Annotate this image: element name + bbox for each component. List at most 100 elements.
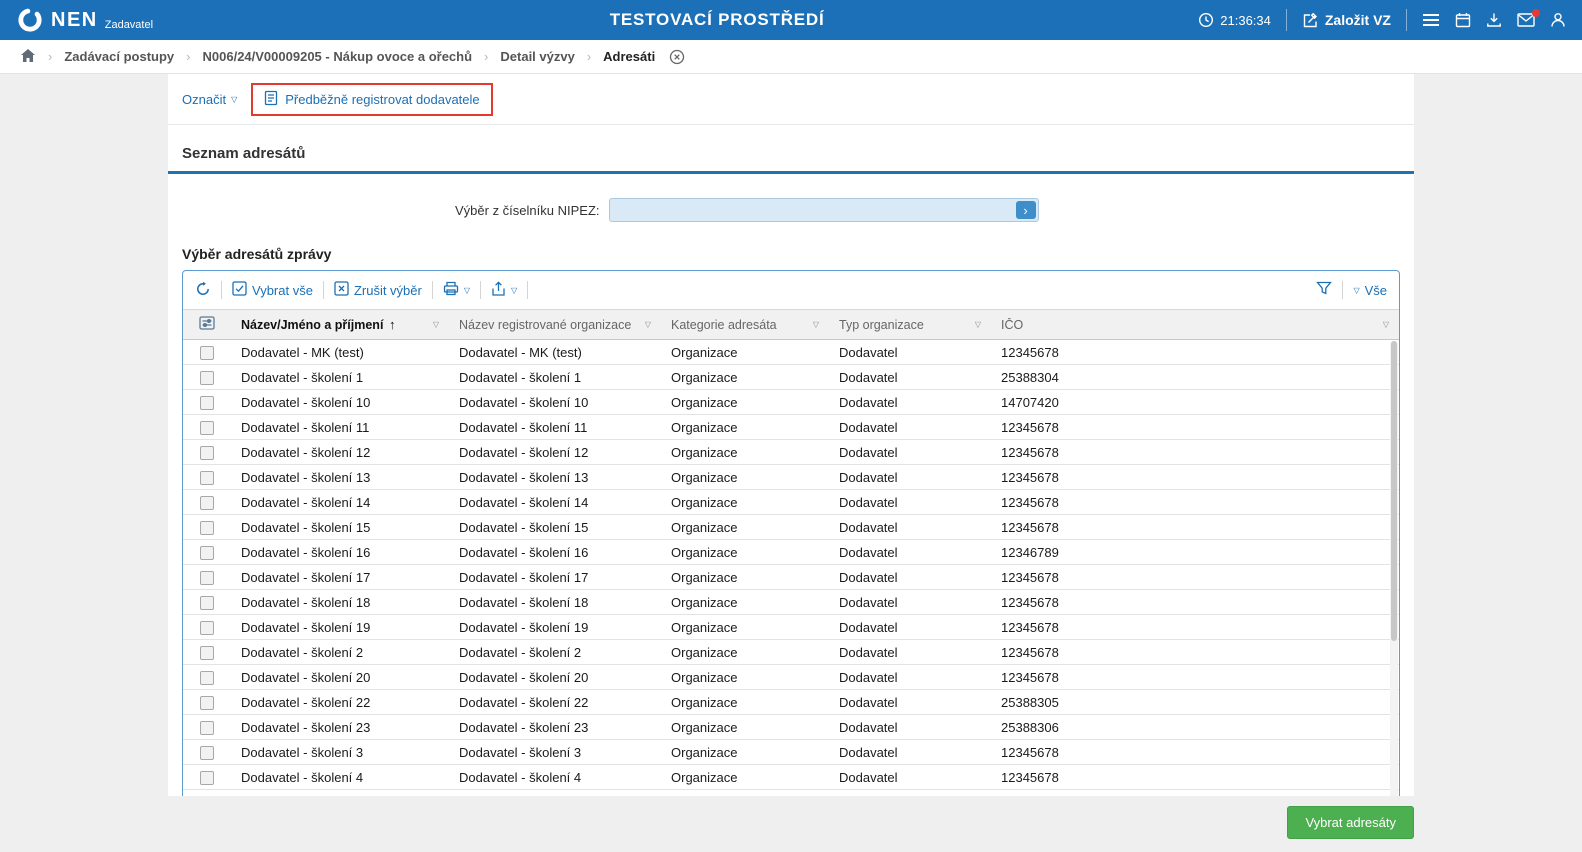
chevron-down-icon: ▽	[511, 286, 517, 295]
home-icon[interactable]	[20, 48, 36, 66]
column-filter-icon[interactable]: ▽	[645, 320, 651, 329]
cell-type: Dodavatel	[829, 690, 991, 715]
print-button[interactable]: ▽	[443, 281, 470, 299]
row-checkbox[interactable]	[200, 521, 214, 535]
profile-button[interactable]	[1550, 12, 1566, 28]
breadcrumb-item-zadavaci-postupy[interactable]: Zadávací postupy	[64, 49, 174, 64]
row-checkbox[interactable]	[200, 671, 214, 685]
row-checkbox[interactable]	[200, 471, 214, 485]
cell-name: Dodavatel - školení 11	[231, 415, 449, 440]
column-settings-icon[interactable]	[199, 319, 215, 333]
create-vz-label: Založit VZ	[1325, 12, 1391, 28]
nipez-open-icon[interactable]: ›	[1016, 201, 1036, 219]
row-checkbox[interactable]	[200, 371, 214, 385]
filter-button[interactable]	[1316, 281, 1332, 299]
cell-ico: 12345678	[991, 640, 1399, 665]
user-icon	[1550, 12, 1566, 28]
top-bar: NEN Zadavatel TESTOVACÍ PROSTŘEDÍ 21:36:…	[0, 0, 1582, 40]
scrollbar-thumb[interactable]	[1391, 341, 1397, 641]
export-button[interactable]: ▽	[491, 281, 517, 300]
cell-name: Dodavatel - školení 20	[231, 665, 449, 690]
session-clock: 21:36:34	[1198, 12, 1271, 28]
row-checkbox[interactable]	[200, 596, 214, 610]
close-tab-icon[interactable]	[669, 49, 685, 65]
brand-name: NEN	[51, 10, 98, 30]
row-checkbox[interactable]	[200, 696, 214, 710]
column-header-name[interactable]: Název/Jméno a příjmení ↑ ▽	[231, 310, 449, 340]
view-filter-dropdown[interactable]: ▽ Vše	[1353, 283, 1387, 298]
create-vz-button[interactable]: Založit VZ	[1302, 12, 1391, 29]
messages-button[interactable]	[1517, 13, 1535, 27]
calendar-button[interactable]	[1455, 12, 1471, 28]
content-area: Označit ▽ Předběžně registrovat dodavate…	[168, 74, 1414, 796]
cell-ico: 12345678	[991, 415, 1399, 440]
cell-category: Organizace	[661, 390, 829, 415]
row-checkbox[interactable]	[200, 571, 214, 585]
cell-organization: Dodavatel - školení 23	[449, 715, 661, 740]
calendar-icon	[1455, 12, 1471, 28]
app-logo[interactable]: NEN Zadavatel	[16, 6, 236, 34]
cell-name: Dodavatel - školení 4	[231, 765, 449, 790]
table-row: Dodavatel - školení 4 Dodavatel - školen…	[183, 765, 1399, 790]
chevron-down-icon: ▽	[231, 95, 237, 104]
topbar-divider	[1286, 9, 1287, 31]
cell-category: Organizace	[661, 465, 829, 490]
table-scrollbar[interactable]	[1390, 341, 1398, 796]
cell-name: Dodavatel - školení 14	[231, 490, 449, 515]
cell-name: Dodavatel - školení 10	[231, 390, 449, 415]
column-header-ico[interactable]: IČO ▽	[991, 310, 1399, 340]
row-checkbox[interactable]	[200, 346, 214, 360]
breadcrumb-item-adresati[interactable]: Adresáti	[603, 49, 655, 64]
cell-type: Dodavatel	[829, 590, 991, 615]
printer-icon	[443, 281, 459, 299]
table-body: Dodavatel - MK (test) Dodavatel - MK (te…	[183, 340, 1399, 790]
cell-ico: 12345678	[991, 465, 1399, 490]
row-checkbox[interactable]	[200, 746, 214, 760]
breadcrumb-chevron: ›	[48, 49, 52, 64]
row-checkbox[interactable]	[200, 771, 214, 785]
cell-type: Dodavatel	[829, 740, 991, 765]
refresh-button[interactable]	[195, 281, 211, 300]
row-checkbox[interactable]	[200, 621, 214, 635]
row-checkbox[interactable]	[200, 496, 214, 510]
column-filter-icon[interactable]: ▽	[975, 320, 981, 329]
select-recipients-button[interactable]: Vybrat adresáty	[1287, 806, 1414, 839]
table-toolbar: Vybrat vše Zrušit výběr	[183, 271, 1399, 309]
table-row: Dodavatel - školení 15 Dodavatel - škole…	[183, 515, 1399, 540]
row-checkbox[interactable]	[200, 396, 214, 410]
cell-name: Dodavatel - školení 19	[231, 615, 449, 640]
select-all-button[interactable]: Vybrat vše	[232, 281, 313, 299]
menu-button[interactable]	[1422, 13, 1440, 27]
preregister-supplier-button[interactable]: Předběžně registrovat dodavatele	[251, 83, 492, 116]
download-button[interactable]	[1486, 12, 1502, 28]
cell-type: Dodavatel	[829, 615, 991, 640]
breadcrumb-item-detail-vyzvy[interactable]: Detail výzvy	[500, 49, 574, 64]
row-checkbox[interactable]	[200, 421, 214, 435]
cell-category: Organizace	[661, 515, 829, 540]
column-header-type[interactable]: Typ organizace ▽	[829, 310, 991, 340]
cell-name: Dodavatel - školení 15	[231, 515, 449, 540]
cell-name: Dodavatel - školení 13	[231, 465, 449, 490]
column-filter-icon[interactable]: ▽	[813, 320, 819, 329]
table-row-partial	[183, 790, 1399, 797]
page-title: Seznam adresátů	[182, 145, 1400, 162]
cell-organization: Dodavatel - školení 17	[449, 565, 661, 590]
column-filter-icon[interactable]: ▽	[1383, 320, 1389, 329]
mark-dropdown[interactable]: Označit ▽	[182, 92, 237, 107]
row-checkbox[interactable]	[200, 721, 214, 735]
column-header-organization[interactable]: Název registrované organizace ▽	[449, 310, 661, 340]
column-header-category[interactable]: Kategorie adresáta ▽	[661, 310, 829, 340]
nipez-input[interactable]	[610, 199, 1038, 221]
row-checkbox[interactable]	[200, 646, 214, 660]
clear-selection-button[interactable]: Zrušit výběr	[334, 281, 422, 299]
row-checkbox[interactable]	[200, 546, 214, 560]
table-row: Dodavatel - školení 17 Dodavatel - škole…	[183, 565, 1399, 590]
recipients-table: Název/Jméno a příjmení ↑ ▽ Název registr…	[183, 309, 1399, 796]
cell-ico: 25388305	[991, 690, 1399, 715]
sort-asc-icon: ↑	[385, 317, 395, 332]
row-checkbox[interactable]	[200, 446, 214, 460]
column-filter-icon[interactable]: ▽	[433, 320, 439, 329]
cell-name: Dodavatel - školení 23	[231, 715, 449, 740]
download-icon	[1486, 12, 1502, 28]
breadcrumb-item-procurement[interactable]: N006/24/V00009205 - Nákup ovoce a ořechů	[203, 49, 473, 64]
